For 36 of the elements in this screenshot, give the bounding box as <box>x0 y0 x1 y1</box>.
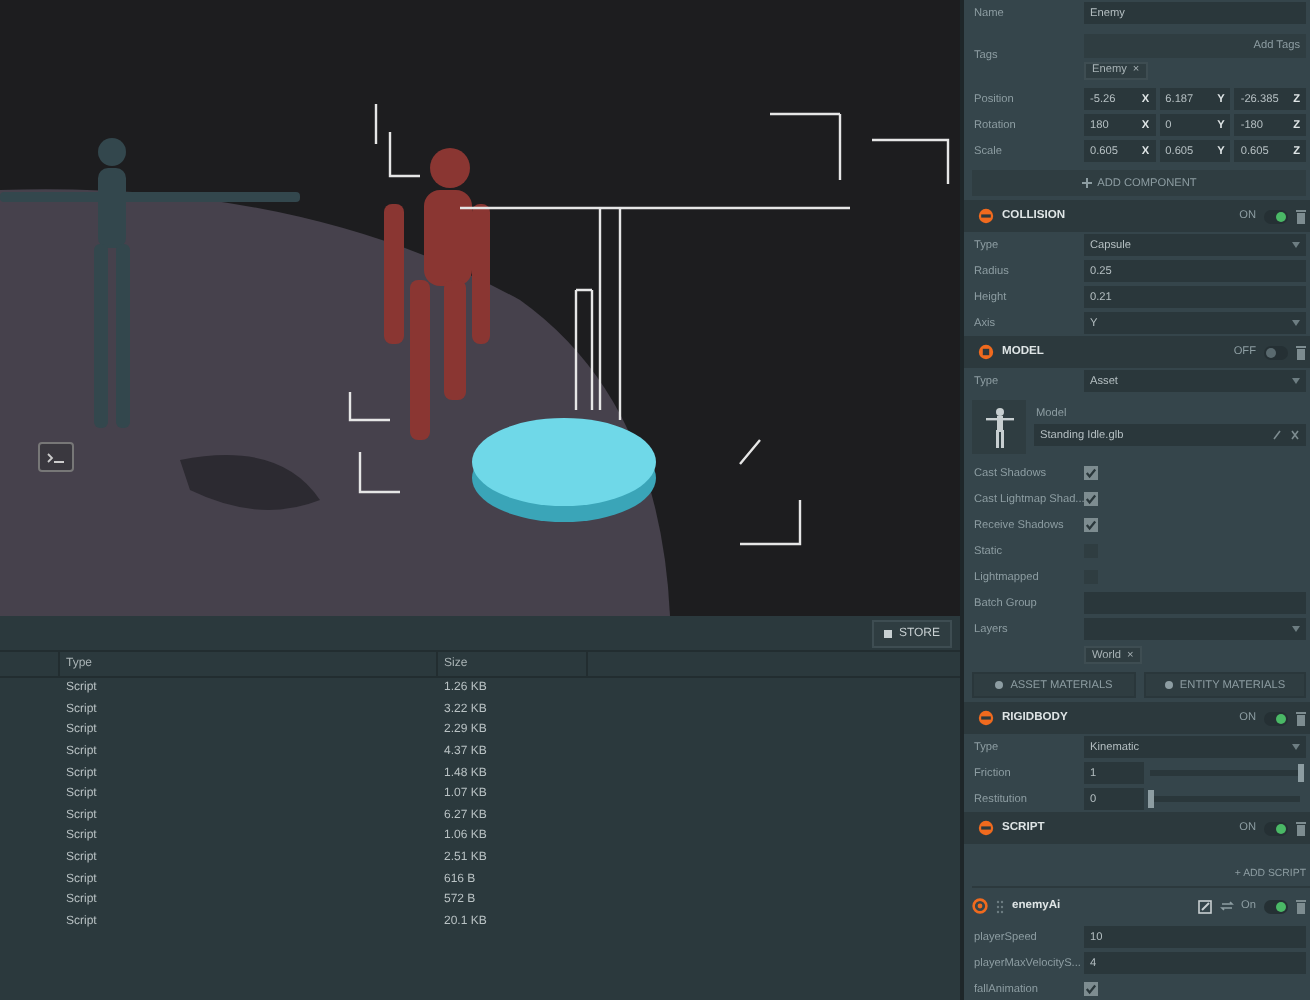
trash-icon[interactable] <box>1296 345 1306 359</box>
component-icon <box>978 344 994 360</box>
edit-clear-icon[interactable] <box>1272 430 1300 440</box>
component-icon <box>978 208 994 224</box>
edit-icon[interactable] <box>1197 899 1212 913</box>
dropdown-caret-icon <box>1292 378 1300 384</box>
trash-icon[interactable] <box>1296 209 1306 223</box>
trash-icon[interactable] <box>1296 821 1306 835</box>
plus-icon <box>1081 178 1092 188</box>
checkbox[interactable] <box>1084 518 1098 532</box>
script-icon <box>972 898 988 914</box>
toggle-switch[interactable] <box>1264 711 1288 725</box>
component-icon <box>978 710 994 726</box>
checkbox[interactable] <box>1084 466 1098 480</box>
select-field[interactable] <box>1084 618 1306 640</box>
drag-handle-icon[interactable] <box>996 899 1004 913</box>
toggle-switch[interactable] <box>1264 899 1288 913</box>
toggle-switch[interactable] <box>1264 209 1288 223</box>
console-button[interactable] <box>38 442 74 472</box>
refresh-icon[interactable] <box>1219 900 1234 912</box>
model-thumbnail <box>972 400 1026 454</box>
slider-handle[interactable] <box>1148 790 1154 808</box>
trash-icon[interactable] <box>1296 899 1306 913</box>
toggle-switch[interactable] <box>1264 345 1288 359</box>
checkbox[interactable] <box>1084 982 1098 996</box>
dropdown-caret-icon <box>1292 744 1300 750</box>
slider-handle[interactable] <box>1298 764 1304 782</box>
dropdown-caret-icon <box>1292 242 1300 248</box>
component-icon <box>978 820 994 836</box>
store-icon <box>884 629 893 637</box>
dropdown-caret-icon <box>1292 626 1300 632</box>
dropdown-caret-icon <box>1292 320 1300 326</box>
toggle-switch[interactable] <box>1264 821 1288 835</box>
checkbox[interactable] <box>1084 492 1098 506</box>
terminal-icon <box>46 451 66 463</box>
trash-icon[interactable] <box>1296 711 1306 725</box>
